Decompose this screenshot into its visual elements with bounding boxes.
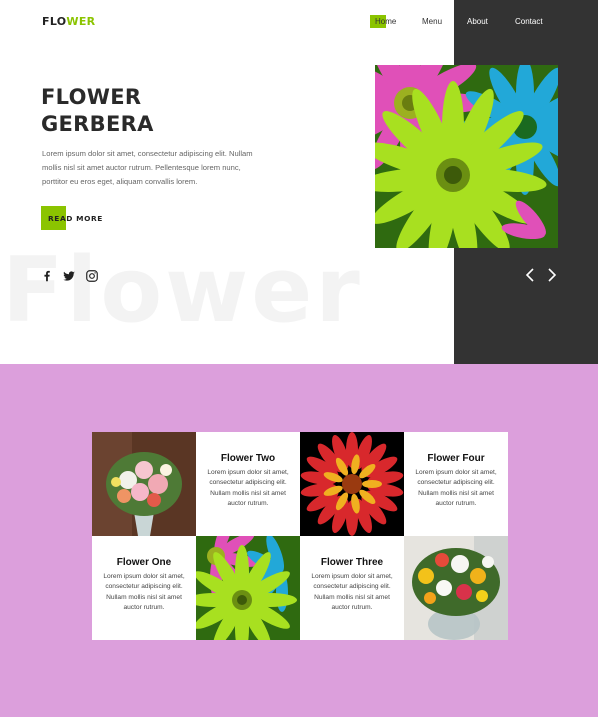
gallery-image-red-flower[interactable] [300, 432, 404, 536]
next-arrow-icon[interactable] [545, 267, 559, 283]
prev-arrow-icon[interactable] [523, 267, 537, 283]
hero-title-line1: FLOWER [41, 85, 142, 109]
hero-gerbera-image [375, 65, 558, 248]
card-text: Lorem ipsum dolor sit amet, consectetur … [311, 573, 393, 611]
gallery-image-vase-arrangement[interactable] [404, 536, 508, 640]
watermark-text: Flower [2, 238, 363, 343]
nav-contact[interactable]: Contact [515, 17, 543, 26]
flower-card-three: Flower Three Lorem ipsum dolor sit amet,… [300, 536, 404, 640]
hero-description: Lorem ipsum dolor sit amet, consectetur … [42, 149, 253, 186]
card-title: Flower Four [427, 453, 485, 464]
hero-title-line2: GERBERA [41, 112, 154, 136]
hero-title: FLOWER GERBERA [41, 84, 261, 138]
card-title: Flower One [116, 557, 172, 568]
flower-card-one: Flower One Lorem ipsum dolor sit amet, c… [92, 536, 196, 640]
gallery-section: Flower Two Lorem ipsum dolor sit amet, c… [0, 364, 598, 717]
hero-section: FLOWER Home Menu About Contact Flower FL… [0, 0, 598, 364]
facebook-icon[interactable] [40, 268, 54, 282]
logo[interactable]: FLOWER [42, 15, 95, 28]
card-title: Flower Two [220, 453, 276, 464]
card-text: Lorem ipsum dolor sit amet, consectetur … [207, 469, 289, 507]
gallery-grid: Flower Two Lorem ipsum dolor sit amet, c… [92, 432, 508, 640]
gallery-image-gerbera[interactable] [196, 536, 300, 640]
flower-card-four: Flower Four Lorem ipsum dolor sit amet, … [404, 432, 508, 536]
nav-about[interactable]: About [467, 17, 488, 26]
nav-menu[interactable]: Menu [422, 17, 442, 26]
twitter-icon[interactable] [62, 268, 76, 282]
flower-card-two: Flower Two Lorem ipsum dolor sit amet, c… [196, 432, 300, 536]
card-text: Lorem ipsum dolor sit amet, consectetur … [415, 469, 497, 507]
card-text: Lorem ipsum dolor sit amet, consectetur … [103, 573, 185, 611]
read-more-label: READ MORE [48, 214, 103, 223]
card-title: Flower Three [320, 557, 384, 568]
nav-home[interactable]: Home [375, 17, 396, 26]
gallery-image-bouquet[interactable] [92, 432, 196, 536]
instagram-icon[interactable] [85, 268, 99, 282]
